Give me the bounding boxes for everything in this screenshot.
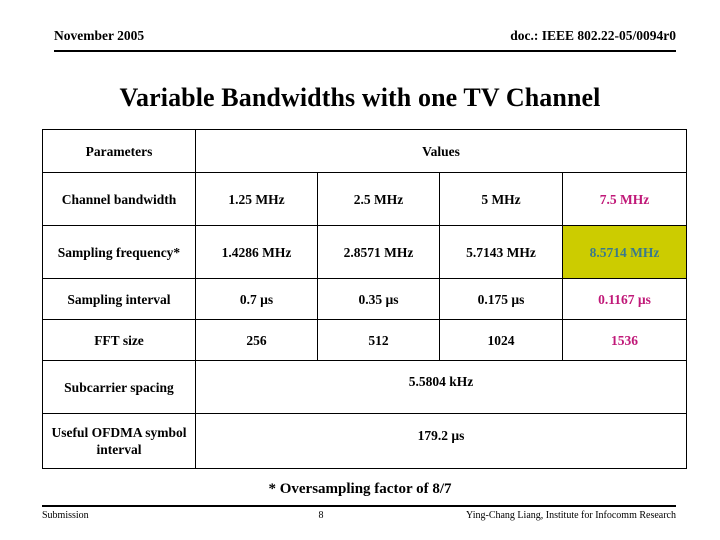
cell-fft-size-3: 1024: [439, 319, 563, 361]
subcarrier-spacing-text: 5.5804 kHz: [408, 373, 474, 389]
header-cell-values: Values: [194, 129, 688, 173]
row-label-fft-size: FFT size: [42, 319, 196, 361]
table-row: FFT size 256 512 1024 1536: [42, 319, 688, 361]
header-cell-parameters: Parameters: [42, 129, 196, 173]
row-label-sampling-frequency: Sampling frequency*: [42, 225, 196, 279]
slide-title: Variable Bandwidths with one TV Channel: [119, 83, 601, 112]
useful-ofdma-symbol-interval-text: 179.2 µs: [417, 427, 465, 443]
cell-sampling-interval-4: 0.1167 µs: [561, 278, 688, 320]
cell-sampling-interval-3: 0.175 µs: [439, 278, 563, 320]
cell-sampling-frequency-2: 2.8571 MHz: [317, 225, 440, 279]
slide-header: November 2005 doc.: IEEE 802.22-05/0094r…: [54, 28, 676, 52]
row-label-subcarrier-spacing: Subcarrier spacing: [42, 360, 196, 414]
footnote: * Oversampling factor of 8/7: [268, 481, 452, 497]
cell-sampling-frequency-3: 5.7143 MHz: [439, 225, 563, 279]
cell-channel-bandwidth-4: 7.5 MHz: [561, 172, 688, 226]
table-row: Useful OFDMA symbol interval 179.2 µs: [42, 413, 688, 469]
header-doc-id: doc.: IEEE 802.22-05/0094r0: [510, 28, 676, 43]
cell-sampling-frequency-1: 1.4286 MHz: [195, 225, 318, 279]
cell-sampling-interval-1: 0.7 µs: [195, 278, 318, 320]
slide-footer: Submission 8 Ying-Chang Liang, Institute…: [42, 505, 676, 522]
footer-page-number: 8: [318, 510, 324, 521]
parameters-table-container: Parameters Values Channel bandwidth 1.25…: [42, 129, 688, 469]
cell-fft-size-4: 1536: [561, 319, 688, 361]
row-label-channel-bandwidth: Channel bandwidth: [42, 172, 196, 226]
footer-submission-label: Submission: [42, 510, 89, 521]
table-row: Sampling interval 0.7 µs 0.35 µs 0.175 µ…: [42, 278, 688, 320]
row-label-useful-ofdma-symbol-interval: Useful OFDMA symbol interval: [42, 413, 196, 469]
footer-author: Ying-Chang Liang, Institute for Infocomm…: [466, 510, 676, 521]
table-row: Channel bandwidth 1.25 MHz 2.5 MHz 5 MHz…: [42, 172, 688, 226]
header-date: November 2005: [54, 28, 145, 43]
cell-sampling-interval-2: 0.35 µs: [317, 278, 440, 320]
table-row: Sampling frequency* 1.4286 MHz 2.8571 MH…: [42, 225, 688, 279]
cell-fft-size-2: 512: [317, 319, 440, 361]
table-row: Subcarrier spacing 5.5804 kHz: [42, 360, 688, 414]
cell-subcarrier-spacing-value: 5.5804 kHz: [194, 360, 688, 414]
table-header-row: Parameters Values: [42, 129, 688, 173]
cell-channel-bandwidth-1: 1.25 MHz: [195, 172, 318, 226]
row-label-sampling-interval: Sampling interval: [42, 278, 196, 320]
cell-channel-bandwidth-2: 2.5 MHz: [317, 172, 440, 226]
cell-channel-bandwidth-3: 5 MHz: [439, 172, 563, 226]
cell-sampling-frequency-4-highlighted: 8.5714 MHz: [561, 225, 688, 279]
cell-useful-ofdma-symbol-interval-value: 179.2 µs: [194, 413, 688, 469]
cell-fft-size-1: 256: [195, 319, 318, 361]
parameters-table: Parameters Values Channel bandwidth 1.25…: [42, 129, 688, 469]
